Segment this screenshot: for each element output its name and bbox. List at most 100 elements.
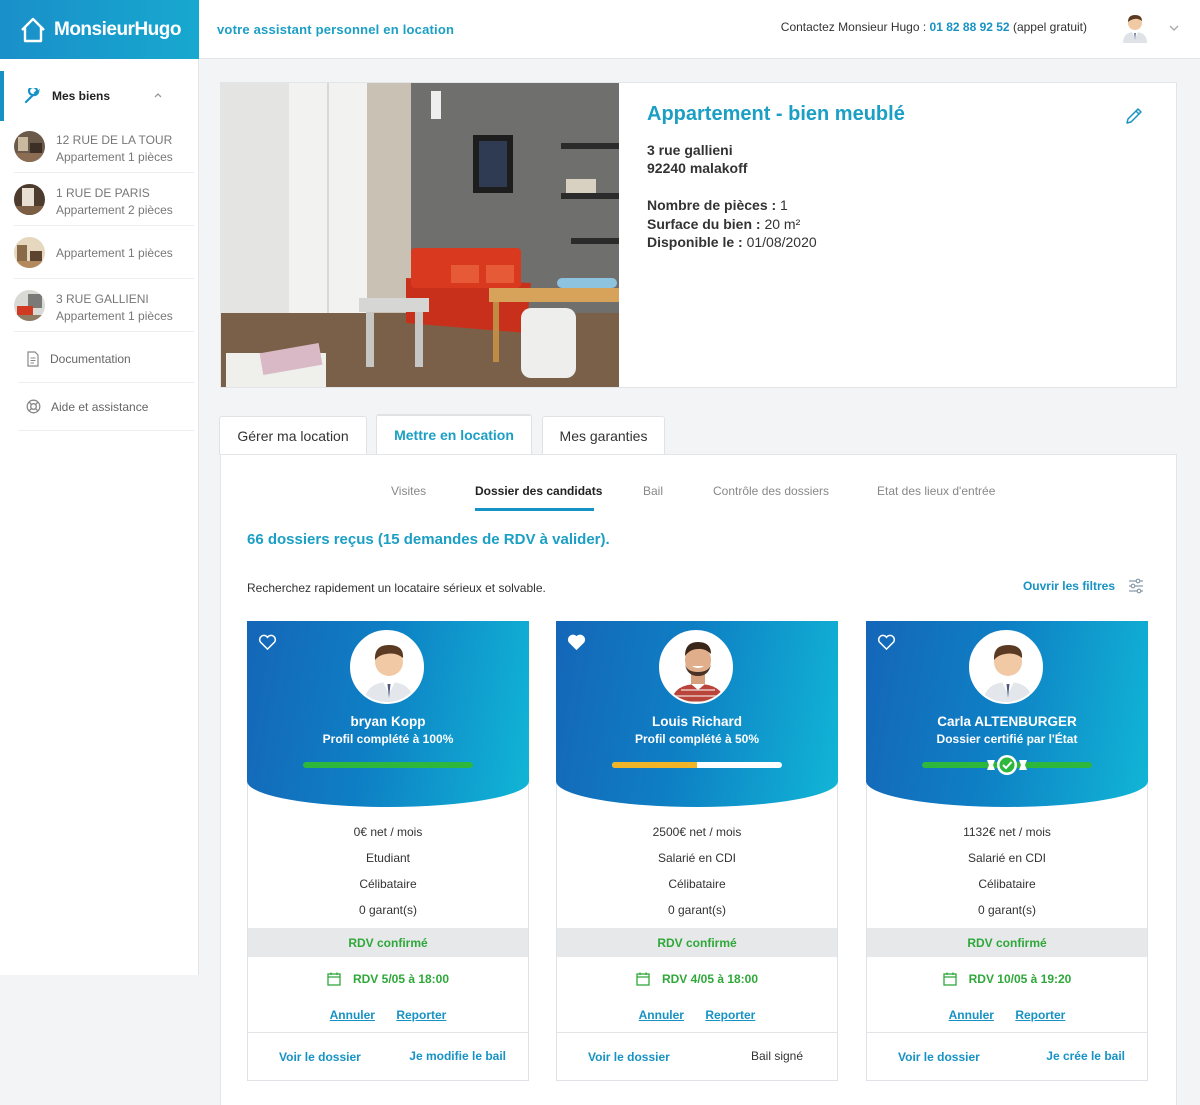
filter-sliders-icon[interactable] xyxy=(1127,577,1145,595)
property-type: Appartement 2 pièces xyxy=(56,203,173,217)
property-type: Appartement 1 pièces xyxy=(56,309,173,323)
rdv-date-text: RDV 5/05 à 18:00 xyxy=(352,972,450,986)
lifebuoy-icon xyxy=(26,399,41,414)
chevron-up-icon[interactable] xyxy=(153,90,163,100)
reschedule-rdv-link[interactable]: Reporter xyxy=(1015,1008,1065,1022)
heart-filled-icon[interactable] xyxy=(567,634,586,651)
user-avatar[interactable] xyxy=(1120,11,1150,43)
view-dossier-link[interactable]: Voir le dossier xyxy=(898,1050,980,1064)
property-type-label: Appartement xyxy=(647,103,771,125)
property-rooms: Nombre de pièces : 1 xyxy=(647,197,788,213)
profile-progress-bar xyxy=(612,762,782,768)
rdv-date: RDV 10/05 à 19:20 xyxy=(867,972,1147,986)
rdv-actions: Annuler Reporter xyxy=(557,1008,837,1022)
subtab-etat-des-lieux[interactable]: Etat des lieux d'entrée xyxy=(877,484,995,498)
candidate-guarantors: 0 garant(s) xyxy=(358,903,418,917)
profile-progress-bar xyxy=(303,762,473,768)
logo[interactable]: MonsieurHugo xyxy=(0,0,199,59)
candidate-name: bryan Kopp xyxy=(350,714,426,729)
sidebar-property-item[interactable]: 1 RUE DE PARIS Appartement 2 pièces xyxy=(14,174,194,226)
heart-outline-icon[interactable] xyxy=(258,634,277,651)
property-thumbnail xyxy=(14,184,45,215)
progress-fill xyxy=(303,762,473,768)
sidebar-property-item[interactable]: 3 RUE GALLIENI Appartement 1 pièces xyxy=(14,280,194,332)
tab-gerer-ma-location[interactable]: Gérer ma location xyxy=(219,416,367,455)
property-address: 1 RUE DE PARIS xyxy=(56,186,150,200)
subtab-visites[interactable]: Visites xyxy=(391,484,426,498)
property-photo xyxy=(221,83,619,387)
rdv-date-text: RDV 10/05 à 19:20 xyxy=(968,972,1072,986)
tab-mettre-en-location[interactable]: Mettre en location xyxy=(376,414,532,454)
sidebar-item-aide[interactable]: Aide et assistance xyxy=(18,383,194,431)
sidebar-property-item[interactable]: Appartement 1 pièces xyxy=(14,227,194,279)
sidebar-item-label: Aide et assistance xyxy=(51,399,149,414)
sidebar-item-documentation[interactable]: Documentation xyxy=(18,335,194,383)
property-address: 12 RUE DE LA TOUR xyxy=(56,133,173,147)
candidate-name: Louis Richard xyxy=(651,714,742,729)
candidate-income: 0€ net / mois xyxy=(353,825,423,839)
lease-link[interactable]: Je modifie le bail xyxy=(409,1049,506,1063)
candidate-header: Carla ALTENBURGER Dossier certifié par l… xyxy=(866,621,1148,807)
property-subtitle: - bien meublé xyxy=(775,103,905,125)
rdv-date-text: RDV 4/05 à 18:00 xyxy=(661,972,759,986)
certified-badge-icon xyxy=(987,755,1027,775)
candidate-footer: Voir le dossier Je crée le bail xyxy=(867,1032,1147,1080)
property-title: Appartement - bien meublé xyxy=(647,103,905,126)
logo-text: MonsieurHugo xyxy=(54,18,182,40)
property-card: Appartement - bien meublé 3 rue gallieni… xyxy=(220,82,1177,388)
rdv-date: RDV 4/05 à 18:00 xyxy=(557,972,837,986)
property-type: Appartement 1 pièces xyxy=(56,150,173,164)
candidate-card: bryan Kopp Profil complété à 100% 0€ net… xyxy=(247,621,529,1081)
candidate-family: Célibataire xyxy=(668,877,726,891)
candidate-family: Célibataire xyxy=(978,877,1036,891)
candidate-family: Célibataire xyxy=(359,877,417,891)
progress-fill xyxy=(612,762,697,768)
property-address: 3 RUE GALLIENI xyxy=(56,292,149,306)
reschedule-rdv-link[interactable]: Reporter xyxy=(396,1008,446,1022)
rdv-date: RDV 5/05 à 18:00 xyxy=(248,972,528,986)
property-surface: Surface du bien : 20 m² xyxy=(647,215,801,232)
candidate-income: 2500€ net / mois xyxy=(652,825,742,839)
pencil-icon[interactable] xyxy=(1124,106,1144,126)
document-icon xyxy=(27,350,39,367)
heart-outline-icon[interactable] xyxy=(877,634,896,651)
candidate-footer: Voir le dossier Bail signé xyxy=(557,1032,837,1080)
property-type: Appartement 1 pièces xyxy=(56,246,173,260)
sidebar-item-mes-biens[interactable]: Mes biens xyxy=(0,71,199,121)
cancel-rdv-link[interactable]: Annuler xyxy=(639,1008,684,1022)
subtab-controle-dossiers[interactable]: Contrôle des dossiers xyxy=(713,484,829,498)
candidate-guarantors: 0 garant(s) xyxy=(977,903,1037,917)
candidate-profile-status: Profil complété à 100% xyxy=(322,732,454,746)
cancel-rdv-link[interactable]: Annuler xyxy=(330,1008,375,1022)
calendar-icon xyxy=(327,972,341,986)
candidate-header: bryan Kopp Profil complété à 100% xyxy=(247,621,529,807)
candidate-profile-status: Profil complété à 50% xyxy=(634,732,760,746)
view-dossier-link[interactable]: Voir le dossier xyxy=(279,1050,361,1064)
view-dossier-link[interactable]: Voir le dossier xyxy=(588,1050,670,1064)
contact-phone[interactable]: 01 82 88 92 52 xyxy=(930,20,1010,34)
open-filters-link[interactable]: Ouvrir les filtres xyxy=(1023,579,1115,593)
property-city: 92240 malakoff xyxy=(647,160,748,176)
tab-mes-garanties[interactable]: Mes garanties xyxy=(542,416,665,455)
calendar-icon xyxy=(636,972,650,986)
house-icon xyxy=(21,17,45,42)
subtab-bail[interactable]: Bail xyxy=(643,484,663,498)
candidate-avatar xyxy=(659,630,733,704)
cancel-rdv-link[interactable]: Annuler xyxy=(949,1008,994,1022)
candidate-name: Carla ALTENBURGER xyxy=(937,714,1077,729)
contact-prefix: Contactez Monsieur Hugo : xyxy=(780,20,927,34)
sidebar-item-label: Documentation xyxy=(50,351,131,366)
chevron-down-icon[interactable] xyxy=(1168,22,1180,34)
reschedule-rdv-link[interactable]: Reporter xyxy=(705,1008,755,1022)
candidate-job: Etudiant xyxy=(365,851,411,865)
subtab-dossier-candidats[interactable]: Dossier des candidats xyxy=(475,484,602,498)
wrench-icon xyxy=(24,88,40,104)
sidebar-item-label: Mes biens xyxy=(52,89,111,103)
candidate-footer: Voir le dossier Je modifie le bail xyxy=(248,1032,528,1080)
lease-link[interactable]: Je crée le bail xyxy=(1046,1049,1125,1063)
calendar-icon xyxy=(942,972,957,986)
candidate-card: Carla ALTENBURGER Dossier certifié par l… xyxy=(866,621,1148,1081)
candidate-job: Salarié en CDI xyxy=(657,851,737,865)
candidate-job: Salarié en CDI xyxy=(967,851,1047,865)
sidebar-property-item[interactable]: 12 RUE DE LA TOUR Appartement 1 pièces xyxy=(14,121,194,173)
